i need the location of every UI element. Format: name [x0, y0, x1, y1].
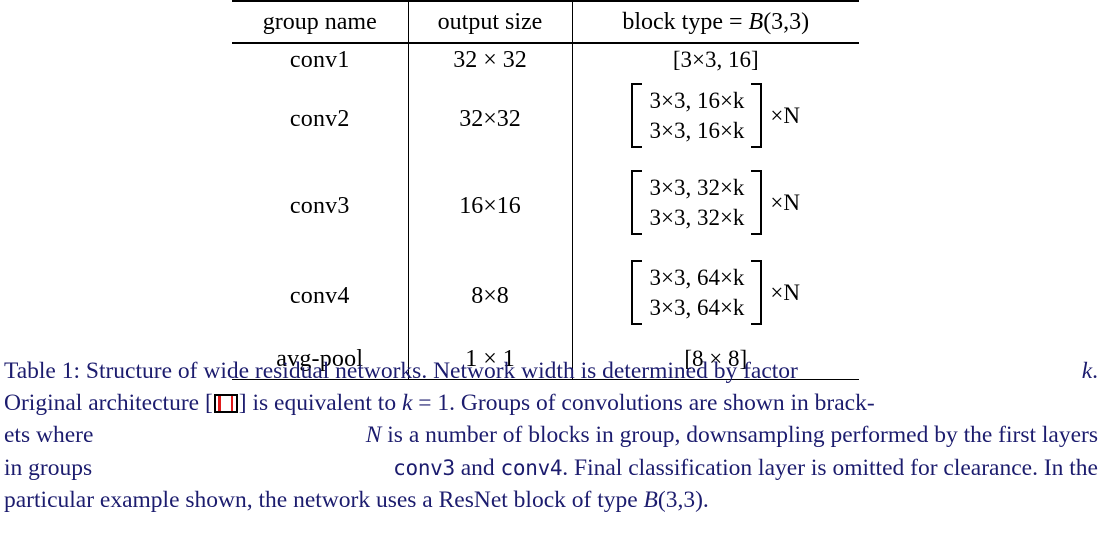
caption-line-4: in groups conv3 and conv4. Final classif…: [4, 452, 1098, 484]
caption-line-2-text-a: Original architecture [: [4, 390, 213, 417]
caption-line-3-italic-N: N: [365, 422, 382, 449]
table-row: conv4 8×8 3×3, 64×k 3×3, 64×k ×N: [232, 251, 859, 341]
block-type-variable: B: [748, 9, 764, 35]
caption-line-4-text-c: . Final classification layer is omitted …: [562, 454, 1098, 481]
caption-line-5-text-a: particular example shown, the network us…: [4, 486, 644, 513]
caption-line-1-text: Table 1: Structure of wide residual netw…: [4, 358, 798, 384]
block-spec-line-1: 3×3, 16×k: [649, 87, 745, 113]
wide-resnet-structure-table: group name output size block type = B(3,…: [232, 0, 859, 380]
cell-group-name: conv4: [289, 282, 350, 309]
block-spec-line-2: 3×3, 32×k: [649, 204, 745, 230]
caption-line-4-text-b: and: [454, 454, 501, 481]
block-spec-lines: 3×3, 32×k 3×3, 32×k: [642, 170, 751, 236]
table: group name output size block type = B(3,…: [232, 0, 859, 380]
caption-code-conv3: conv3: [393, 455, 455, 480]
caption-line-2-italic-k: k: [401, 390, 413, 417]
cell-output-size: 8×8: [407, 251, 572, 341]
redacted-citation-icon[interactable]: [213, 394, 238, 414]
block-spec: [3×3, 16]: [672, 47, 759, 72]
cell-group-name: conv3: [289, 192, 350, 219]
caption-code-conv4: conv4: [500, 455, 563, 480]
caption-line-3-text-a: ets where: [4, 422, 94, 449]
caption-line-1-tail: .: [1092, 358, 1098, 384]
table-row: conv2 32×32 3×3, 16×k 3×3, 16×k ×N: [232, 77, 859, 161]
right-bracket-icon: [751, 169, 763, 236]
cell-block-type: [3×3, 16]: [571, 43, 859, 77]
caption-line-3-text-b: is a number of blocks in group, downsamp…: [381, 422, 1098, 449]
table-header-row: group name output size block type = B(3,…: [232, 0, 859, 44]
caption-line-1-italic-k: k: [1081, 358, 1093, 384]
cell-group-name: conv2: [289, 105, 350, 132]
block-spec-line-1: 3×3, 32×k: [649, 174, 745, 200]
block-type-args: (3,3): [763, 9, 810, 35]
block-bracket-group: 3×3, 16×k 3×3, 16×k ×N: [631, 82, 801, 149]
caption-line-5-italic-B: B: [643, 486, 658, 513]
column-header-output-size: output size: [407, 0, 572, 44]
block-repeat-count: ×N: [770, 190, 801, 215]
right-bracket-icon: [751, 259, 763, 326]
cell-group-name: conv1: [289, 47, 350, 73]
block-bracket-group: 3×3, 32×k 3×3, 32×k ×N: [631, 169, 801, 236]
cell-output-size: 32×32: [407, 77, 572, 161]
caption-line-2-text-c: = 1. Groups of convolutions are shown in…: [412, 390, 875, 417]
caption-line-5: particular example shown, the network us…: [4, 484, 1098, 516]
cell-block-type: 3×3, 64×k 3×3, 64×k ×N: [571, 251, 859, 341]
block-bracket-group: 3×3, 64×k 3×3, 64×k ×N: [631, 259, 801, 326]
caption-line-3: ets where N is a number of blocks in gro…: [4, 419, 1098, 451]
caption-line-2: Original architecture [ ] is equivalent t…: [4, 387, 1098, 419]
table-row: conv1 32 × 32 [3×3, 16]: [232, 43, 859, 77]
block-repeat-count: ×N: [770, 103, 801, 128]
block-spec-line-2: 3×3, 16×k: [649, 117, 745, 143]
table-caption: Table 1: Structure of wide residual netw…: [4, 355, 1098, 516]
cell-block-type: 3×3, 32×k 3×3, 32×k ×N: [571, 161, 859, 251]
cell-block-type: 3×3, 16×k 3×3, 16×k ×N: [571, 77, 859, 161]
block-spec-lines: 3×3, 64×k 3×3, 64×k: [642, 260, 751, 326]
left-bracket-icon: [631, 169, 643, 236]
cell-output-size: 32 × 32: [407, 43, 572, 77]
left-bracket-icon: [631, 259, 643, 326]
block-spec-line-2: 3×3, 64×k: [649, 294, 745, 320]
caption-line-2-text-b: ] is equivalent to: [238, 390, 402, 417]
table-row: conv3 16×16 3×3, 32×k 3×3, 32×k ×N: [232, 161, 859, 251]
block-spec-lines: 3×3, 16×k 3×3, 16×k: [642, 83, 751, 149]
cell-output-size: 16×16: [407, 161, 572, 251]
column-header-group-name: group name: [232, 0, 408, 44]
block-type-prefix: block type =: [622, 9, 749, 35]
left-bracket-icon: [631, 82, 643, 149]
caption-line-4-text-a: in groups: [4, 454, 93, 481]
caption-line-5-text-b: (3,3).: [657, 486, 709, 513]
column-header-block-type: block type = B(3,3): [571, 0, 859, 44]
caption-line-1: Table 1: Structure of wide residual netw…: [4, 355, 1098, 387]
block-repeat-count: ×N: [770, 280, 801, 305]
right-bracket-icon: [751, 82, 763, 149]
block-spec-line-1: 3×3, 64×k: [649, 264, 745, 290]
